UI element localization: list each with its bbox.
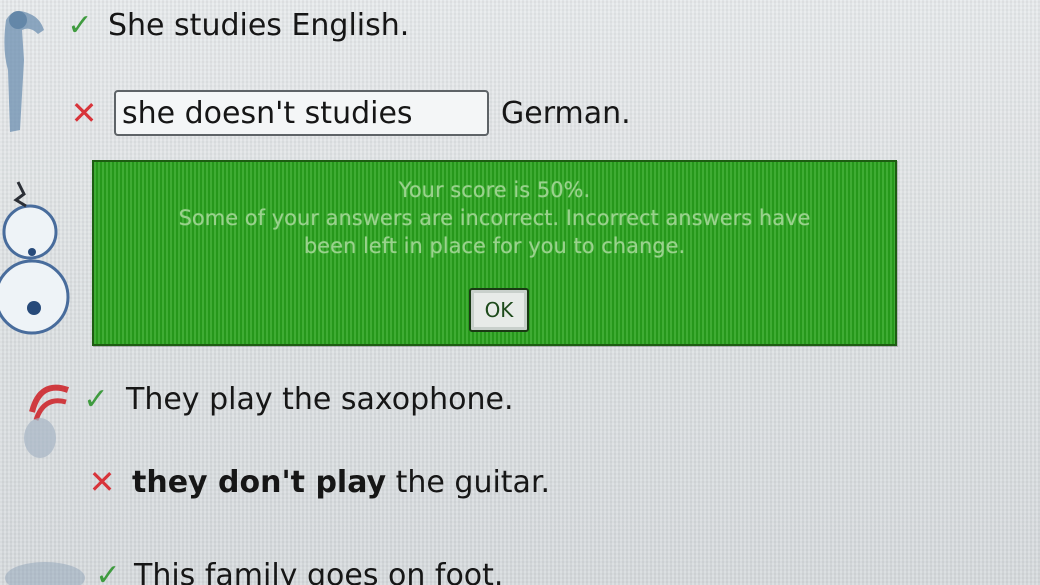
saxophone-player-illustration <box>24 384 70 458</box>
message-line: Some of your answers are incorrect. Inco… <box>178 206 811 230</box>
answer-input[interactable] <box>114 90 489 136</box>
dialog-message: Your score is 50%. Some of your answers … <box>94 176 895 260</box>
exercise-row: ✕ German. <box>64 90 631 136</box>
exercise-row: ✓ They play the saxophone. <box>76 382 514 417</box>
family-illustration <box>5 562 85 585</box>
correct-check-icon: ✓ <box>83 382 109 417</box>
score-feedback-dialog: Your score is 50%. Some of your answers … <box>92 160 897 346</box>
person-illustration <box>4 11 44 132</box>
snowman-illustration <box>0 181 70 335</box>
score-line: Your score is 50%. <box>398 178 591 202</box>
incorrect-answer-text[interactable]: they don't play <box>132 465 386 500</box>
sentence-rest: the guitar. <box>386 464 551 500</box>
exercise-row: ✓ She studies English. <box>60 8 409 43</box>
correct-check-icon: ✓ <box>67 8 93 43</box>
sentence-text: She studies English. <box>108 8 410 43</box>
incorrect-cross-icon: ✕ <box>88 463 116 501</box>
message-line: been left in place for you to change. <box>303 234 686 258</box>
exercise-row: ✓ This family goes on foot. <box>88 558 503 585</box>
sentence-text: This family goes on foot. <box>134 558 504 585</box>
ok-button[interactable]: OK <box>469 288 529 332</box>
exercise-row: ✕ they don't play the guitar. <box>82 463 550 501</box>
correct-check-icon: ✓ <box>95 558 121 585</box>
sentence-suffix: German. <box>501 95 631 131</box>
sentence-text: They play the saxophone. <box>126 382 514 417</box>
exercise-page: ✓ She studies English. ✕ German. Your sc… <box>0 0 1040 585</box>
incorrect-cross-icon: ✕ <box>70 94 98 132</box>
